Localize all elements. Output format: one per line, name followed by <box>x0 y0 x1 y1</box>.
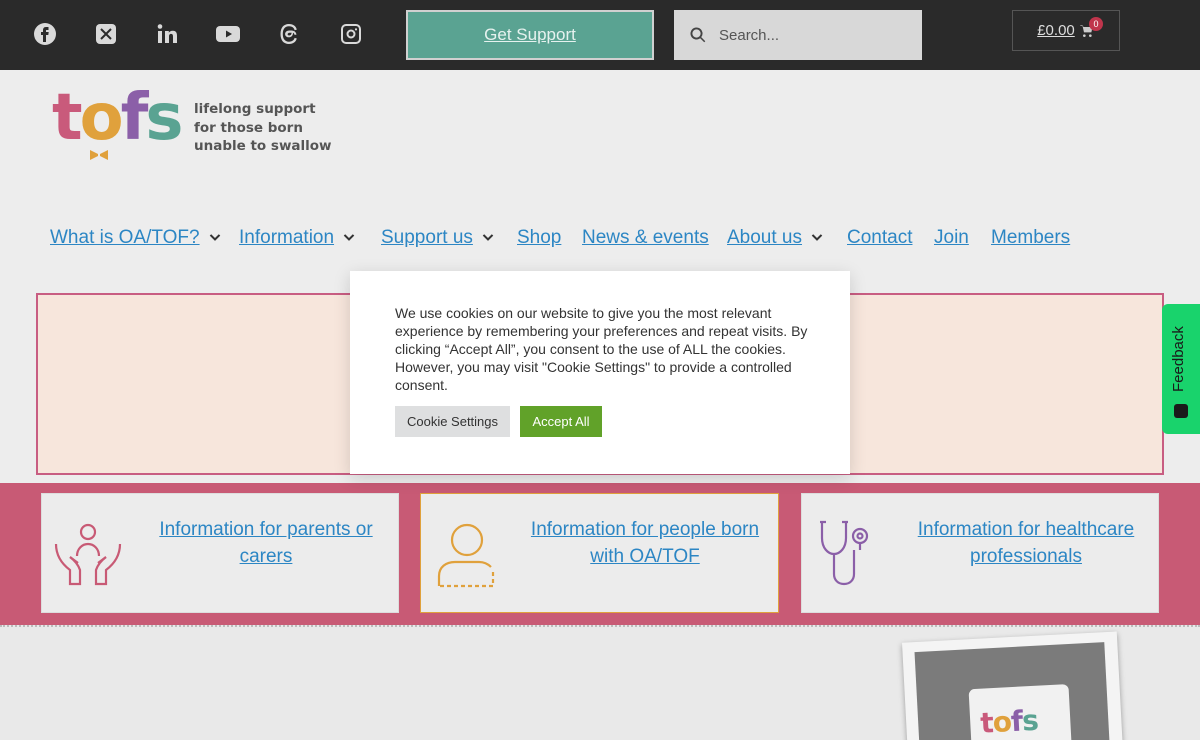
cookie-settings-button[interactable]: Cookie Settings <box>395 406 510 437</box>
card-parents-carers[interactable]: Information for parents or carers <box>41 493 399 613</box>
chevron-down-icon[interactable] <box>208 231 222 245</box>
cookie-text: We use cookies on our website to give yo… <box>395 305 808 393</box>
smile-icon <box>1174 404 1188 418</box>
linkedin-icon[interactable] <box>155 22 179 46</box>
nav-item-information[interactable]: Information <box>239 226 356 250</box>
card-link[interactable]: Information for healthcare professionals <box>906 516 1146 570</box>
facebook-icon[interactable] <box>33 22 57 46</box>
cart-count-badge: 0 <box>1089 17 1103 31</box>
card-healthcare-professionals[interactable]: Information for healthcare professionals <box>801 493 1159 613</box>
card-people-born-oa-tof[interactable]: Information for people born with OA/TOF <box>420 493 779 613</box>
feedback-label: Feedback <box>1170 326 1187 392</box>
instagram-icon[interactable] <box>339 22 363 46</box>
stethoscope-icon <box>820 520 869 586</box>
nav-item-contact[interactable]: Contact <box>847 226 912 250</box>
tofs-logo[interactable]: tofs lifelong support for those born una… <box>52 86 352 166</box>
chevron-down-icon[interactable] <box>481 231 495 245</box>
logo-wordmark: tofs <box>52 81 184 155</box>
search-input[interactable] <box>719 26 909 44</box>
nav-link[interactable]: About us <box>727 227 802 249</box>
nav-item-about-us[interactable]: About us <box>727 226 824 250</box>
nav-link[interactable]: News & events <box>582 227 709 249</box>
cart-button[interactable]: £0.00 0 <box>1012 10 1120 51</box>
feedback-tab[interactable]: Feedback <box>1162 304 1200 434</box>
threads-icon[interactable] <box>277 22 301 46</box>
nav-link[interactable]: Join <box>934 227 969 249</box>
nav-link[interactable]: Support us <box>381 227 473 249</box>
nav-item-support-us[interactable]: Support us <box>381 226 495 250</box>
nav-link[interactable]: Information <box>239 227 334 249</box>
youtube-icon[interactable] <box>216 22 240 46</box>
chevron-down-icon[interactable] <box>810 231 824 245</box>
nav-link[interactable]: Shop <box>517 227 561 249</box>
mug-text: tofs <box>979 703 1039 740</box>
bow-icon <box>90 150 108 160</box>
chevron-down-icon[interactable] <box>342 231 356 245</box>
nav-link[interactable]: Members <box>991 227 1070 249</box>
x-icon[interactable] <box>94 22 118 46</box>
mug-photo: tofs <box>902 631 1123 740</box>
accept-all-button[interactable]: Accept All <box>520 406 602 437</box>
search-icon[interactable] <box>689 26 707 44</box>
cart-amount: £0.00 <box>1037 22 1075 39</box>
caring-hands-icon <box>54 523 122 586</box>
logo-tagline: lifelong support for those born unable t… <box>194 101 332 154</box>
nav-item-what-is-oa-tof[interactable]: What is OA/TOF? <box>50 226 222 250</box>
nav-item-news-events[interactable]: News & events <box>582 226 709 250</box>
cookie-consent-dialog: We use cookies on our website to give yo… <box>350 271 850 474</box>
nav-link[interactable]: Contact <box>847 227 912 249</box>
nav-link[interactable]: What is OA/TOF? <box>50 227 200 249</box>
card-link[interactable]: Information for people born with OA/TOF <box>525 516 765 570</box>
nav-item-join[interactable]: Join <box>934 226 969 250</box>
person-icon <box>437 523 495 588</box>
nav-item-shop[interactable]: Shop <box>517 226 561 250</box>
card-link[interactable]: Information for parents or carers <box>146 516 386 570</box>
nav-item-members[interactable]: Members <box>991 226 1070 250</box>
search-box <box>674 10 922 60</box>
top-bar: Get Support £0.00 0 <box>0 0 1200 70</box>
get-support-button[interactable]: Get Support <box>406 10 654 60</box>
